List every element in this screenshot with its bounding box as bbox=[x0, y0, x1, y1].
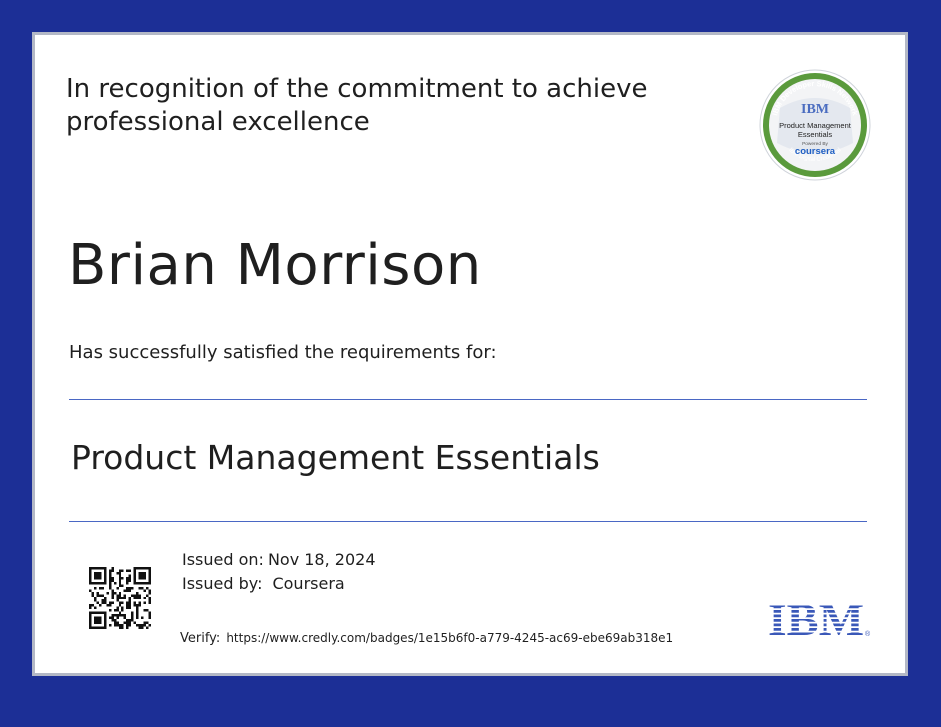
course-title: Product Management Essentials bbox=[71, 438, 600, 477]
issued-by-value: Coursera bbox=[272, 574, 345, 593]
verify-row: Verify: https://www.credly.com/badges/1e1… bbox=[180, 631, 673, 646]
registered-mark: ® bbox=[865, 630, 871, 638]
credential-badge: IBM Developer Skills Network IBM Digital… bbox=[759, 69, 871, 181]
recognition-text: In recognition of the commitment to achi… bbox=[66, 74, 648, 137]
ibm-logo-text: IBM bbox=[768, 597, 864, 639]
badge-ibm-logo: IBM bbox=[801, 102, 829, 117]
issued-on-date: Nov 18, 2024 bbox=[267, 550, 376, 569]
issued-on-label: Issued on: bbox=[182, 550, 264, 569]
requirements-statement: Has successfully satisfied the requireme… bbox=[69, 342, 497, 363]
issued-by-row: Issued by: Coursera bbox=[182, 574, 345, 593]
certificate-frame: In recognition of the commitment to achi… bbox=[32, 32, 908, 676]
recipient-name: Brian Morrison bbox=[68, 233, 482, 298]
qr-code[interactable] bbox=[89, 567, 151, 629]
issued-on-row: Issued on: Nov 18, 2024 bbox=[182, 550, 376, 569]
badge-title-line1: Product Management bbox=[779, 121, 852, 130]
badge-coursera-logo: coursera bbox=[795, 146, 836, 157]
issued-by-label: Issued by: bbox=[182, 574, 263, 593]
ibm-logo: IBM ® bbox=[768, 597, 871, 639]
verify-label: Verify: bbox=[180, 631, 221, 646]
badge-title-line2: Essentials bbox=[798, 130, 832, 139]
divider-bottom bbox=[69, 521, 867, 522]
verify-url[interactable]: https://www.credly.com/badges/1e15b6f0-a… bbox=[226, 631, 673, 645]
divider-top bbox=[69, 399, 867, 400]
